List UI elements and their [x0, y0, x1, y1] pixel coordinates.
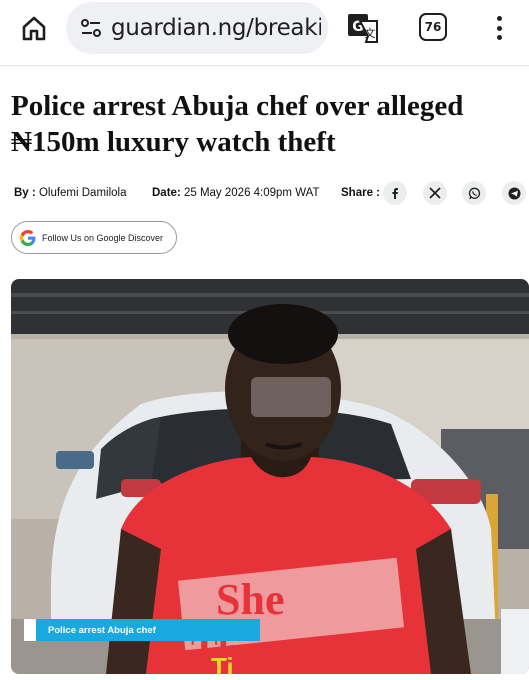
home-icon[interactable]	[18, 12, 50, 44]
telegram-icon[interactable]	[502, 181, 526, 205]
share-label: Share :	[341, 187, 380, 199]
shirt-text-1: She	[216, 575, 284, 624]
translate-icon[interactable]: G 文	[346, 12, 380, 44]
date-label: Date:	[152, 187, 181, 199]
caption-accent	[24, 619, 36, 641]
author-label: By :	[14, 187, 36, 199]
x-icon[interactable]	[423, 181, 447, 205]
more-menu-icon[interactable]	[488, 12, 510, 44]
author-name[interactable]: Olufemi Damilola	[39, 187, 127, 199]
tab-switcher-button[interactable]: 76	[419, 13, 447, 41]
address-bar[interactable]: guardian.ng/breaking	[66, 2, 328, 54]
tab-count: 76	[424, 20, 442, 34]
discover-label: Follow Us on Google Discover	[42, 232, 164, 243]
image-caption: Police arrest Abuja chef	[24, 619, 260, 641]
caption-text: Police arrest Abuja chef	[48, 624, 156, 636]
article-author: By : Olufemi Damilola	[14, 187, 127, 199]
date-value: 25 May 2026 4:09pm WAT	[183, 187, 320, 199]
google-discover-button[interactable]: Follow Us on Google Discover	[11, 221, 177, 254]
article-date: Date: 25 May 2026 4:09pm WAT	[152, 187, 319, 199]
article-headline: Police arrest Abuja chef over alleged ₦1…	[11, 90, 464, 158]
shirt-text-3: Ti	[211, 652, 234, 674]
google-icon	[20, 229, 36, 246]
site-settings-icon[interactable]	[80, 17, 102, 39]
whatsapp-icon[interactable]	[462, 181, 486, 205]
article-photo: She Ther Ti	[11, 279, 529, 674]
facebook-icon[interactable]	[383, 181, 407, 205]
url-text[interactable]: guardian.ng/breaking	[111, 15, 321, 41]
svg-text:文: 文	[365, 26, 376, 40]
browser-toolbar: guardian.ng/breaking G 文 76	[0, 0, 529, 66]
